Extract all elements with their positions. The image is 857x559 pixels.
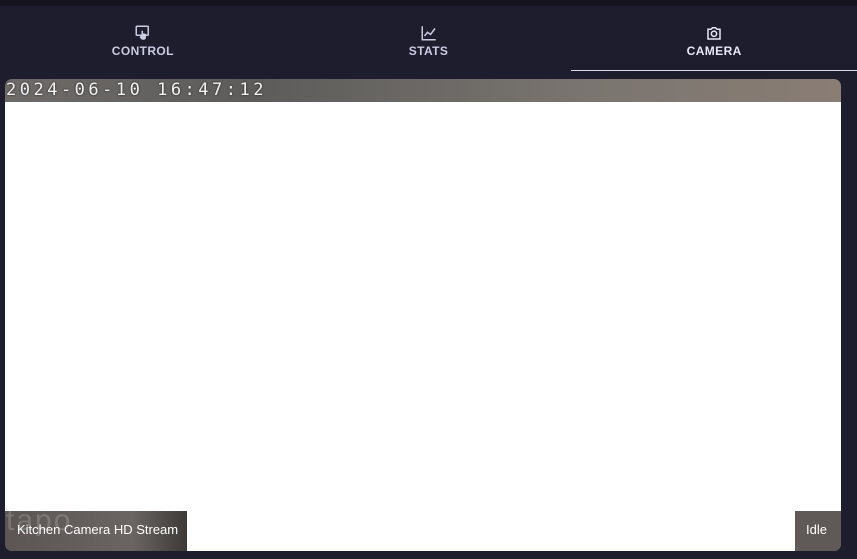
stream-name-label: Kitchen Camera HD Stream	[17, 522, 179, 537]
camera-viewer[interactable]: 2024-06-10 16:47:12 tapo Kitchen Camera …	[5, 79, 841, 551]
tab-stats-label: STATS	[408, 44, 449, 58]
stream-status-label: Idle	[806, 522, 827, 537]
tab-camera-label: CAMERA	[686, 44, 742, 58]
tab-control-label: CONTROL	[111, 44, 174, 58]
camera-timestamp: 2024-06-10 16:47:12	[6, 80, 267, 100]
camera-frame[interactable]	[5, 102, 841, 511]
tab-bar: CONTROL STATS CAMERA	[0, 6, 857, 72]
line-chart-icon	[421, 26, 436, 41]
touch-screen-icon	[135, 25, 149, 40]
camera-icon	[707, 27, 721, 40]
camera-frame-lower	[187, 509, 795, 551]
tab-camera[interactable]: CAMERA	[571, 6, 857, 72]
tab-control[interactable]: CONTROL	[0, 6, 286, 72]
app-root: CONTROL STATS CAMERA 2024-06-10 16:47:12…	[0, 0, 857, 559]
tab-stats[interactable]: STATS	[286, 6, 572, 72]
